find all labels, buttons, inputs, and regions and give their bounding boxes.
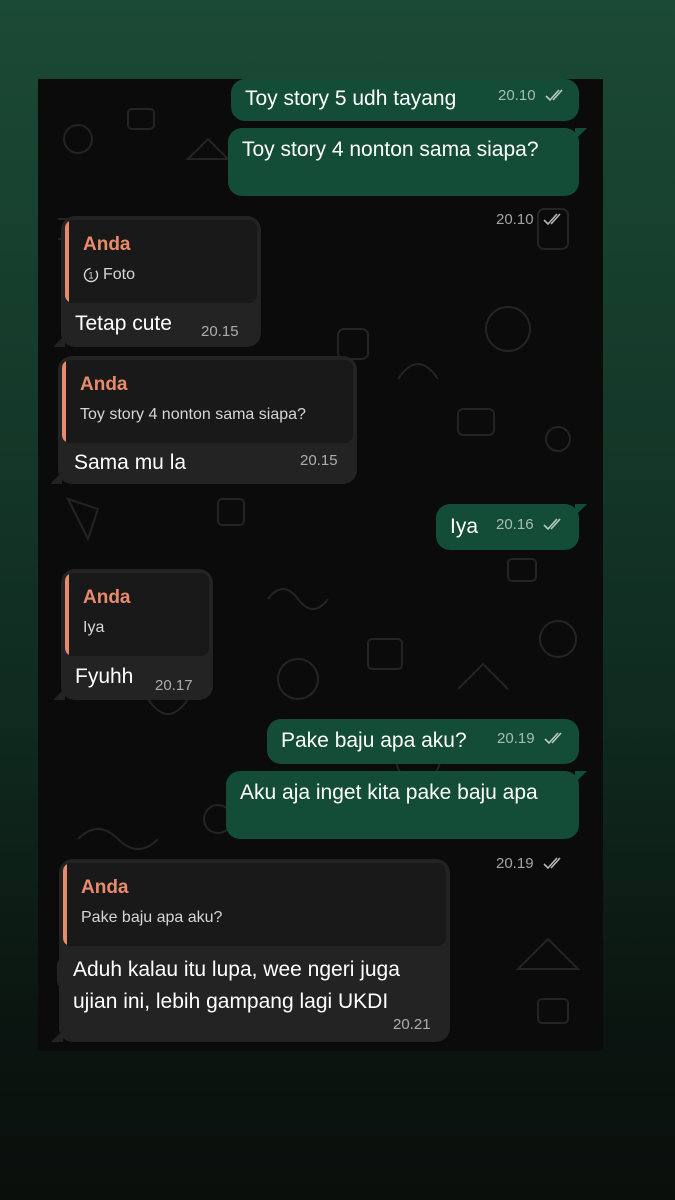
- message-timestamp: 20.10: [496, 211, 534, 228]
- message-timestamp: 20.15: [300, 452, 338, 469]
- message-timestamp: 20.17: [155, 677, 193, 694]
- message-text: Toy story 5 udh tayang: [245, 87, 457, 110]
- message-text: Pake baju apa aku?: [281, 729, 467, 752]
- message-text: Sama mu la: [74, 451, 187, 474]
- bubble-tail: [575, 504, 587, 516]
- outgoing-message[interactable]: Iya 20.16: [436, 504, 587, 550]
- message-text-line: Aduh kalau itu lupa, wee ngeri juga: [73, 958, 400, 981]
- chat-window[interactable]: Toy story 5 udh tayang 20.10 Toy story 4 n…: [38, 79, 603, 1051]
- reply-quote[interactable]: Anda Iya: [65, 573, 209, 656]
- reply-sender-name: Anda: [80, 374, 128, 395]
- double-check-icon: [543, 213, 561, 226]
- svg-text:1: 1: [88, 271, 93, 281]
- incoming-message[interactable]: Anda Iya Fyuhh 20.17: [53, 569, 213, 700]
- reply-sender-name: Anda: [83, 234, 131, 255]
- reply-accent-bar: [62, 360, 66, 443]
- incoming-message[interactable]: Anda 1 Foto Tetap cute 20.15: [53, 216, 261, 347]
- bubble-tail: [53, 688, 65, 700]
- bubble-tail: [53, 335, 65, 347]
- reply-text: Toy story 4 nonton sama siapa?: [80, 406, 306, 423]
- message-text: Fyuhh: [75, 665, 134, 688]
- double-check-icon: [544, 732, 562, 745]
- incoming-message[interactable]: Anda Pake baju apa aku? Aduh kalau itu lup…: [51, 859, 450, 1042]
- message-text-line: ujian ini, lebih gampang lagi UKDI: [73, 990, 389, 1013]
- reply-quote[interactable]: Anda Toy story 4 nonton sama siapa?: [62, 360, 353, 443]
- outgoing-message[interactable]: Toy story 4 nonton sama siapa? 20.10: [228, 128, 587, 228]
- reply-accent-bar: [65, 220, 69, 303]
- reply-quote[interactable]: Anda 1 Foto: [65, 220, 257, 303]
- message-timestamp: 20.16: [496, 516, 534, 533]
- outgoing-message[interactable]: Aku aja inget kita pake baju apa 20.19: [226, 771, 587, 872]
- reply-text: Iya: [83, 619, 105, 636]
- reply-accent-bar: [63, 863, 67, 946]
- outgoing-message[interactable]: Toy story 5 udh tayang 20.10: [231, 79, 579, 121]
- message-text: Tetap cute: [75, 312, 172, 335]
- reply-text: Foto: [103, 266, 136, 283]
- message-timestamp: 20.19: [496, 855, 534, 872]
- message-timestamp: 20.19: [497, 730, 535, 747]
- message-timestamp: 20.15: [201, 323, 239, 340]
- double-check-icon: [543, 518, 561, 531]
- bubble-tail: [50, 472, 62, 484]
- double-check-icon: [545, 89, 563, 102]
- message-text: Aku aja inget kita pake baju apa: [240, 781, 538, 804]
- double-check-icon: [543, 857, 561, 870]
- bubble-tail: [51, 1030, 63, 1042]
- outgoing-message[interactable]: Pake baju apa aku? 20.19: [267, 719, 579, 764]
- reply-text: Pake baju apa aku?: [81, 909, 223, 926]
- reply-sender-name: Anda: [81, 877, 129, 898]
- message-timestamp: 20.10: [498, 87, 536, 104]
- reply-accent-bar: [65, 573, 69, 656]
- message-timestamp: 20.21: [393, 1016, 431, 1033]
- reply-sender-name: Anda: [83, 587, 131, 608]
- incoming-message[interactable]: Anda Toy story 4 nonton sama siapa? Sama m…: [50, 356, 357, 484]
- message-text: Iya: [450, 515, 479, 538]
- bubble-tail: [575, 771, 587, 783]
- bubble-tail: [575, 128, 587, 140]
- view-once-icon: 1: [83, 267, 99, 283]
- message-text: Toy story 4 nonton sama siapa?: [242, 138, 539, 161]
- reply-quote[interactable]: Anda Pake baju apa aku?: [63, 863, 446, 946]
